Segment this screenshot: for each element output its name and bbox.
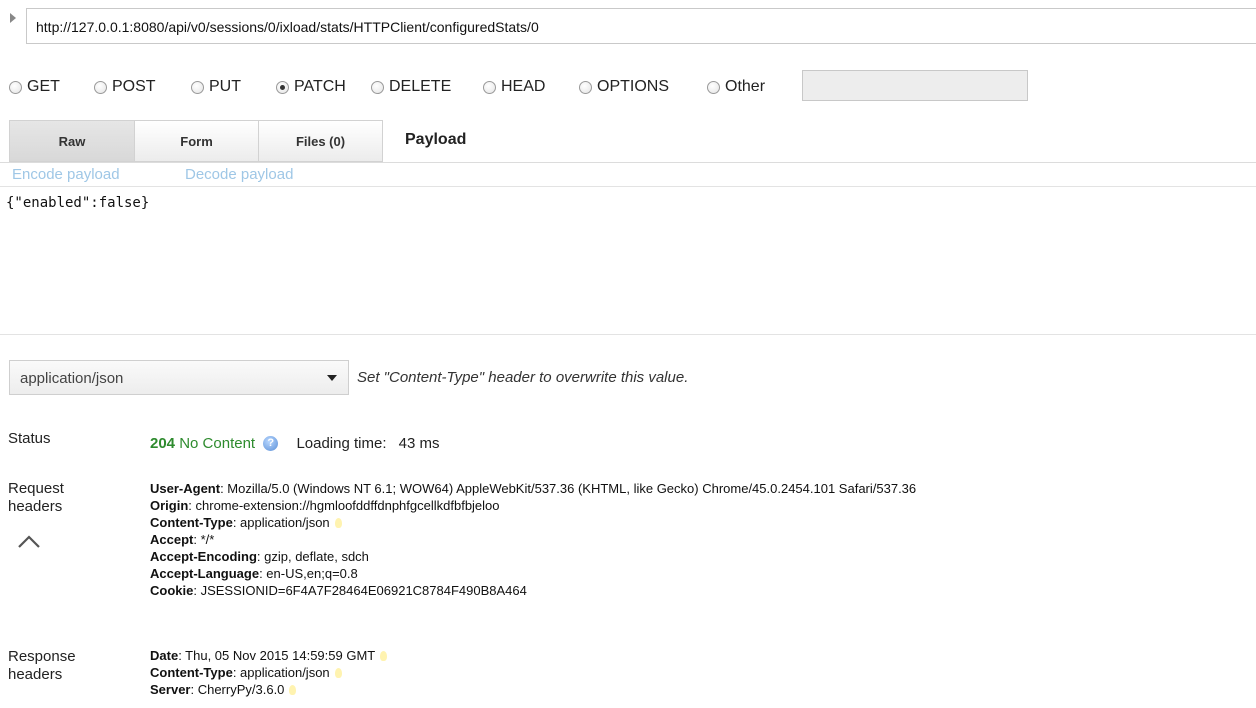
url-expand-arrow-icon[interactable] bbox=[10, 13, 16, 23]
lightbulb-hint-icon[interactable] bbox=[334, 518, 342, 528]
header-row: Content-Type: application/json bbox=[150, 514, 916, 531]
method-head[interactable]: HEAD bbox=[483, 75, 545, 99]
status-code: 204 bbox=[150, 435, 176, 452]
status-label: Status bbox=[8, 430, 51, 447]
method-label: PATCH bbox=[294, 78, 346, 95]
method-label: PUT bbox=[209, 78, 241, 95]
header-row: User-Agent: Mozilla/5.0 (Windows NT 6.1;… bbox=[150, 480, 916, 497]
header-row: Accept-Encoding: gzip, deflate, sdch bbox=[150, 548, 916, 565]
content-type-value: application/json bbox=[20, 370, 124, 387]
encode-payload-link[interactable]: Encode payload bbox=[12, 166, 120, 183]
header-name: Date bbox=[150, 648, 179, 663]
header-value: : chrome-extension://hgmloofddffdnphfgce… bbox=[188, 498, 500, 513]
header-value: : Thu, 05 Nov 2015 14:59:59 GMT bbox=[178, 648, 376, 663]
method-options[interactable]: OPTIONS bbox=[579, 75, 669, 99]
header-name: User-Agent bbox=[150, 481, 221, 496]
loading-time-value: 43 ms bbox=[398, 435, 440, 452]
header-row: Server: CherryPy/3.6.0 bbox=[150, 681, 387, 698]
method-post[interactable]: POST bbox=[94, 75, 156, 99]
radio-icon[interactable] bbox=[579, 80, 592, 94]
decode-payload-link[interactable]: Decode payload bbox=[185, 166, 293, 183]
lightbulb-hint-icon[interactable] bbox=[380, 651, 388, 661]
request-headers-list: User-Agent: Mozilla/5.0 (Windows NT 6.1;… bbox=[150, 480, 916, 599]
method-label: HEAD bbox=[501, 78, 546, 95]
help-icon[interactable]: ? bbox=[263, 436, 279, 451]
header-value: : CherryPy/3.6.0 bbox=[190, 682, 285, 697]
method-label: Other bbox=[725, 78, 766, 95]
header-name: Accept-Language bbox=[150, 566, 260, 581]
header-row: Date: Thu, 05 Nov 2015 14:59:59 GMT bbox=[150, 647, 388, 664]
request-headers-label: Request headers bbox=[8, 480, 64, 515]
method-label: POST bbox=[112, 78, 156, 95]
content-type-hint: Set "Content-Type" header to overwrite t… bbox=[357, 369, 689, 386]
header-row: Accept: */* bbox=[150, 531, 916, 548]
header-row: Content-Type: application/json bbox=[150, 664, 387, 681]
radio-icon[interactable] bbox=[94, 80, 107, 94]
lightbulb-hint-icon[interactable] bbox=[289, 685, 297, 695]
header-value: : Mozilla/5.0 (Windows NT 6.1; WOW64) Ap… bbox=[220, 481, 917, 496]
tab-raw[interactable]: Raw bbox=[9, 120, 135, 162]
radio-checked-icon[interactable] bbox=[276, 80, 289, 94]
lightbulb-hint-icon[interactable] bbox=[334, 668, 342, 678]
radio-icon[interactable] bbox=[707, 80, 720, 94]
radio-icon[interactable] bbox=[191, 80, 204, 94]
header-name: Accept-Encoding bbox=[150, 549, 257, 564]
header-name: Origin bbox=[150, 498, 189, 513]
dropdown-arrow-icon[interactable] bbox=[327, 375, 337, 381]
collapse-chevron-up-icon[interactable] bbox=[16, 532, 42, 550]
radio-icon[interactable] bbox=[371, 80, 384, 94]
payload-border-bottom bbox=[0, 334, 1256, 335]
header-value: : JSESSIONID=6F4A7F28464E06921C8784F490B… bbox=[193, 583, 527, 598]
other-method-input[interactable] bbox=[802, 70, 1028, 101]
tab-files[interactable]: Files (0) bbox=[258, 120, 383, 162]
payload-border-top bbox=[0, 186, 1256, 187]
payload-title: Payload bbox=[405, 131, 467, 148]
header-row: Origin: chrome-extension://hgmloofddffdn… bbox=[150, 497, 916, 514]
header-value: : */* bbox=[193, 532, 215, 547]
header-name: Cookie bbox=[150, 583, 194, 598]
method-get[interactable]: GET bbox=[9, 75, 60, 99]
loading-time-label: Loading time: bbox=[296, 435, 387, 452]
method-label: DELETE bbox=[389, 78, 452, 95]
header-row: Accept-Language: en-US,en;q=0.8 bbox=[150, 565, 916, 582]
tabs-divider bbox=[0, 162, 1256, 163]
header-name: Accept bbox=[150, 532, 194, 547]
method-delete[interactable]: DELETE bbox=[371, 75, 451, 99]
header-row: Cookie: JSESSIONID=6F4A7F28464E06921C878… bbox=[150, 582, 916, 599]
header-value: : gzip, deflate, sdch bbox=[256, 549, 369, 564]
radio-icon[interactable] bbox=[483, 80, 496, 94]
url-text[interactable]: http://127.0.0.1:8080/api/v0/sessions/0/… bbox=[36, 19, 539, 35]
status-text: No Content bbox=[179, 435, 256, 452]
header-name: Server bbox=[150, 682, 191, 697]
url-input[interactable]: http://127.0.0.1:8080/api/v0/sessions/0/… bbox=[26, 8, 1256, 44]
response-headers-list: Date: Thu, 05 Nov 2015 14:59:59 GMT Conte… bbox=[150, 647, 388, 698]
header-value: : en-US,en;q=0.8 bbox=[259, 566, 358, 581]
response-headers-label: Response headers bbox=[8, 648, 76, 683]
payload-editor[interactable]: {"enabled":false} bbox=[6, 195, 149, 211]
radio-icon[interactable] bbox=[9, 80, 22, 94]
header-value: : application/json bbox=[232, 665, 330, 680]
tab-form[interactable]: Form bbox=[134, 120, 259, 162]
method-label: GET bbox=[27, 78, 60, 95]
method-label: OPTIONS bbox=[597, 78, 670, 95]
header-name: Content-Type bbox=[150, 515, 233, 530]
header-value: : application/json bbox=[232, 515, 330, 530]
method-put[interactable]: PUT bbox=[191, 75, 241, 99]
content-type-select[interactable]: application/json bbox=[9, 360, 349, 395]
header-name: Content-Type bbox=[150, 665, 233, 680]
status-line: 204 No Content ? Loading time: 43 ms bbox=[150, 435, 440, 452]
method-patch[interactable]: PATCH bbox=[276, 75, 346, 99]
method-other[interactable]: Other bbox=[707, 75, 765, 99]
